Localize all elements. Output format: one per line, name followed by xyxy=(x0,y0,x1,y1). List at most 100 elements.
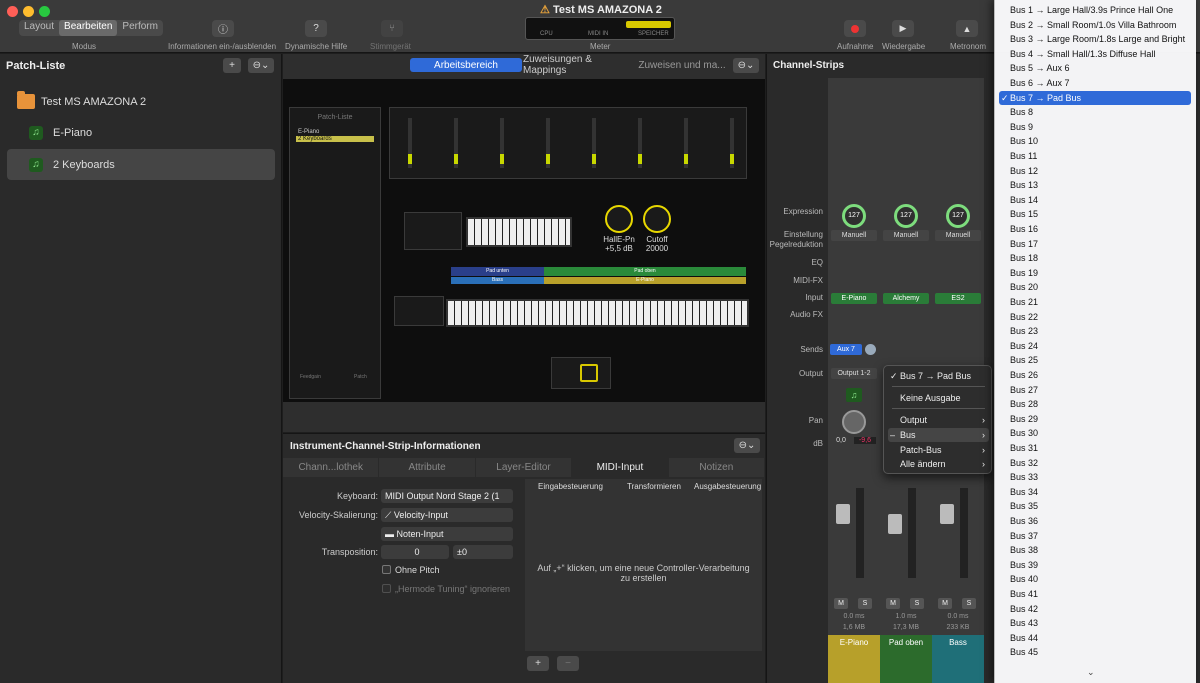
setting-button[interactable]: Manuell xyxy=(935,230,981,241)
patch-item-concert[interactable]: Test MS AMAZONA 2 xyxy=(17,86,285,117)
tuner-button[interactable]: ⑂ xyxy=(381,20,403,37)
stage-lower-keyboard[interactable] xyxy=(446,299,749,327)
tab-midi-input[interactable]: MIDI-Input xyxy=(572,458,669,477)
mute-button[interactable]: M xyxy=(834,598,848,609)
bus-menu-item[interactable]: Bus 19 xyxy=(999,266,1191,280)
menu-item-bus[interactable]: – Bus › xyxy=(888,428,989,442)
bus-menu-item[interactable]: Bus 18 xyxy=(999,251,1191,265)
bus-menu-item[interactable]: ✓ Bus 7 → Pad Bus xyxy=(999,90,1191,105)
fader-cap[interactable] xyxy=(836,504,850,524)
stage-wheels-upper[interactable] xyxy=(404,212,462,250)
tab-layer-editor[interactable]: Layer-Editor xyxy=(476,458,573,477)
layer-bass[interactable]: Bass xyxy=(451,277,544,284)
ohne-pitch-checkbox[interactable] xyxy=(382,565,391,574)
bus-menu-item[interactable]: Bus 45 xyxy=(999,645,1191,659)
stage-fader[interactable] xyxy=(454,118,458,168)
pan-knob[interactable] xyxy=(842,410,866,434)
menu-item-patch-bus[interactable]: Patch-Bus › xyxy=(888,443,989,457)
volume-fader[interactable] xyxy=(836,488,872,580)
layer-pad-unten[interactable]: Pad unten xyxy=(451,267,544,276)
info-toggle-button[interactable]: ⓘ xyxy=(212,20,234,37)
stage-patch-epiano[interactable]: E-Piano xyxy=(298,129,380,135)
bus-menu-item[interactable]: Bus 16 xyxy=(999,222,1191,236)
menu-item-keine-ausgabe[interactable]: Keine Ausgabe xyxy=(888,391,989,405)
bus-menu-item[interactable]: Bus 11 xyxy=(999,149,1191,163)
bus-menu-item[interactable]: Bus 20 xyxy=(999,280,1191,294)
bus-menu-item[interactable]: Bus 14 xyxy=(999,193,1191,207)
bus-menu-item[interactable]: Bus 31 xyxy=(999,441,1191,455)
mute-button[interactable]: M xyxy=(886,598,900,609)
stage-sustain-pedal[interactable] xyxy=(551,357,611,389)
setting-button[interactable]: Manuell xyxy=(831,230,877,241)
bus-menu-item[interactable]: Bus 10 xyxy=(999,134,1191,148)
menu-item-output[interactable]: Output › xyxy=(888,413,989,427)
bus-menu-item[interactable]: Bus 17 xyxy=(999,237,1191,251)
input-plugin-slot[interactable]: ES2 xyxy=(935,293,981,304)
patch-options-button[interactable]: ⊖⌄ xyxy=(248,58,274,73)
stage-fader[interactable] xyxy=(730,118,734,168)
layer-epiano[interactable]: E-Piano xyxy=(544,277,746,284)
bus-menu-item[interactable]: Bus 13 xyxy=(999,178,1191,192)
bus-menu-item[interactable]: Bus 28 xyxy=(999,397,1191,411)
bus-menu-item[interactable]: Bus 41 xyxy=(999,587,1191,601)
bus-menu-item[interactable]: Bus 9 xyxy=(999,120,1191,134)
solo-button[interactable]: S xyxy=(858,598,872,609)
solo-button[interactable]: S xyxy=(910,598,924,609)
stage-fader-bank[interactable] xyxy=(389,107,747,179)
expression-knob[interactable]: 127 xyxy=(842,204,866,228)
stage-wheels-lower[interactable] xyxy=(394,296,444,326)
bus-menu-item[interactable]: Bus 22 xyxy=(999,310,1191,324)
output-slot[interactable]: Output 1-2 xyxy=(831,368,877,379)
send-level-knob[interactable] xyxy=(865,344,876,355)
transposition-fine-stepper[interactable]: ±0 xyxy=(453,545,513,559)
solo-button[interactable]: S xyxy=(962,598,976,609)
minimize-window-button[interactable] xyxy=(23,6,34,17)
bus-menu-item[interactable]: Bus 35 xyxy=(999,499,1191,513)
channel-strip-epiano[interactable]: 127 Manuell E-Piano Aux 7 Output 1-2 ♫ 0… xyxy=(828,78,880,683)
fader-cap[interactable] xyxy=(888,514,902,534)
mode-selector[interactable]: Layout Bearbeiten Perform xyxy=(19,20,163,36)
knob-halle-pn[interactable] xyxy=(605,205,633,233)
input-plugin-slot[interactable]: Alchemy xyxy=(883,293,929,304)
strip-name[interactable]: Bass xyxy=(932,635,984,683)
bus-menu-item[interactable]: Bus 2 → Small Room/1.0s Villa Bathroom xyxy=(999,18,1191,32)
bus-menu-item[interactable]: Bus 6 → Aux 7 xyxy=(999,76,1191,90)
bus-menu-item[interactable]: Bus 39 xyxy=(999,558,1191,572)
tab-zuweisungen[interactable]: Zuweisungen & Mappings xyxy=(523,54,635,76)
bus-menu-item[interactable]: Bus 3 → Large Room/1.8s Large and Bright xyxy=(999,32,1191,46)
metronome-button[interactable]: ▲ xyxy=(956,20,978,37)
stage-fader[interactable] xyxy=(592,118,596,168)
strip-name[interactable]: E-Piano xyxy=(828,635,880,683)
bus-menu-item[interactable]: Bus 8 xyxy=(999,105,1191,119)
bus-menu-item[interactable]: Bus 38 xyxy=(999,543,1191,557)
mute-button[interactable]: M xyxy=(938,598,952,609)
setting-button[interactable]: Manuell xyxy=(883,230,929,241)
add-midi-processing-button[interactable]: + xyxy=(527,656,549,671)
bus-menu-item[interactable]: Bus 12 xyxy=(999,164,1191,178)
velocity-input-button[interactable]: ⟋ Velocity-Input xyxy=(381,508,513,522)
bus-menu-item[interactable]: Bus 36 xyxy=(999,514,1191,528)
bus-menu-item[interactable]: Bus 29 xyxy=(999,412,1191,426)
patch-item-epiano[interactable]: ♫ E-Piano xyxy=(7,117,275,148)
bus-menu-item[interactable]: Bus 26 xyxy=(999,368,1191,382)
bus-menu-item[interactable]: Bus 42 xyxy=(999,602,1191,616)
bus-menu-item[interactable]: Bus 25 xyxy=(999,353,1191,367)
volume-fader[interactable] xyxy=(940,488,976,580)
remove-midi-processing-button[interactable]: − xyxy=(557,656,579,671)
scroll-down-icon[interactable]: ⌄ xyxy=(1087,667,1095,678)
stage-fader[interactable] xyxy=(638,118,642,168)
hermode-checkbox[interactable] xyxy=(382,584,391,593)
bus-menu-item[interactable]: Bus 1 → Large Hall/3.9s Prince Hall One xyxy=(999,3,1191,17)
expression-knob[interactable]: 127 xyxy=(946,204,970,228)
bus-menu-item[interactable]: Bus 4 → Small Hall/1.3s Diffuse Hall xyxy=(999,47,1191,61)
fader-cap[interactable] xyxy=(940,504,954,524)
layer-pad-oben[interactable]: Pad oben xyxy=(544,267,746,276)
bus-menu-item[interactable]: Bus 37 xyxy=(999,529,1191,543)
send-slot[interactable]: Aux 7 xyxy=(830,344,862,355)
dynamic-help-button[interactable]: ? xyxy=(305,20,327,37)
transposition-stepper[interactable]: 0 xyxy=(381,545,449,559)
close-window-button[interactable] xyxy=(7,6,18,17)
tab-arbeitsbereich[interactable]: Arbeitsbereich xyxy=(410,58,522,72)
volume-fader[interactable] xyxy=(888,488,924,580)
bus-menu-item[interactable]: Bus 15 xyxy=(999,207,1191,221)
